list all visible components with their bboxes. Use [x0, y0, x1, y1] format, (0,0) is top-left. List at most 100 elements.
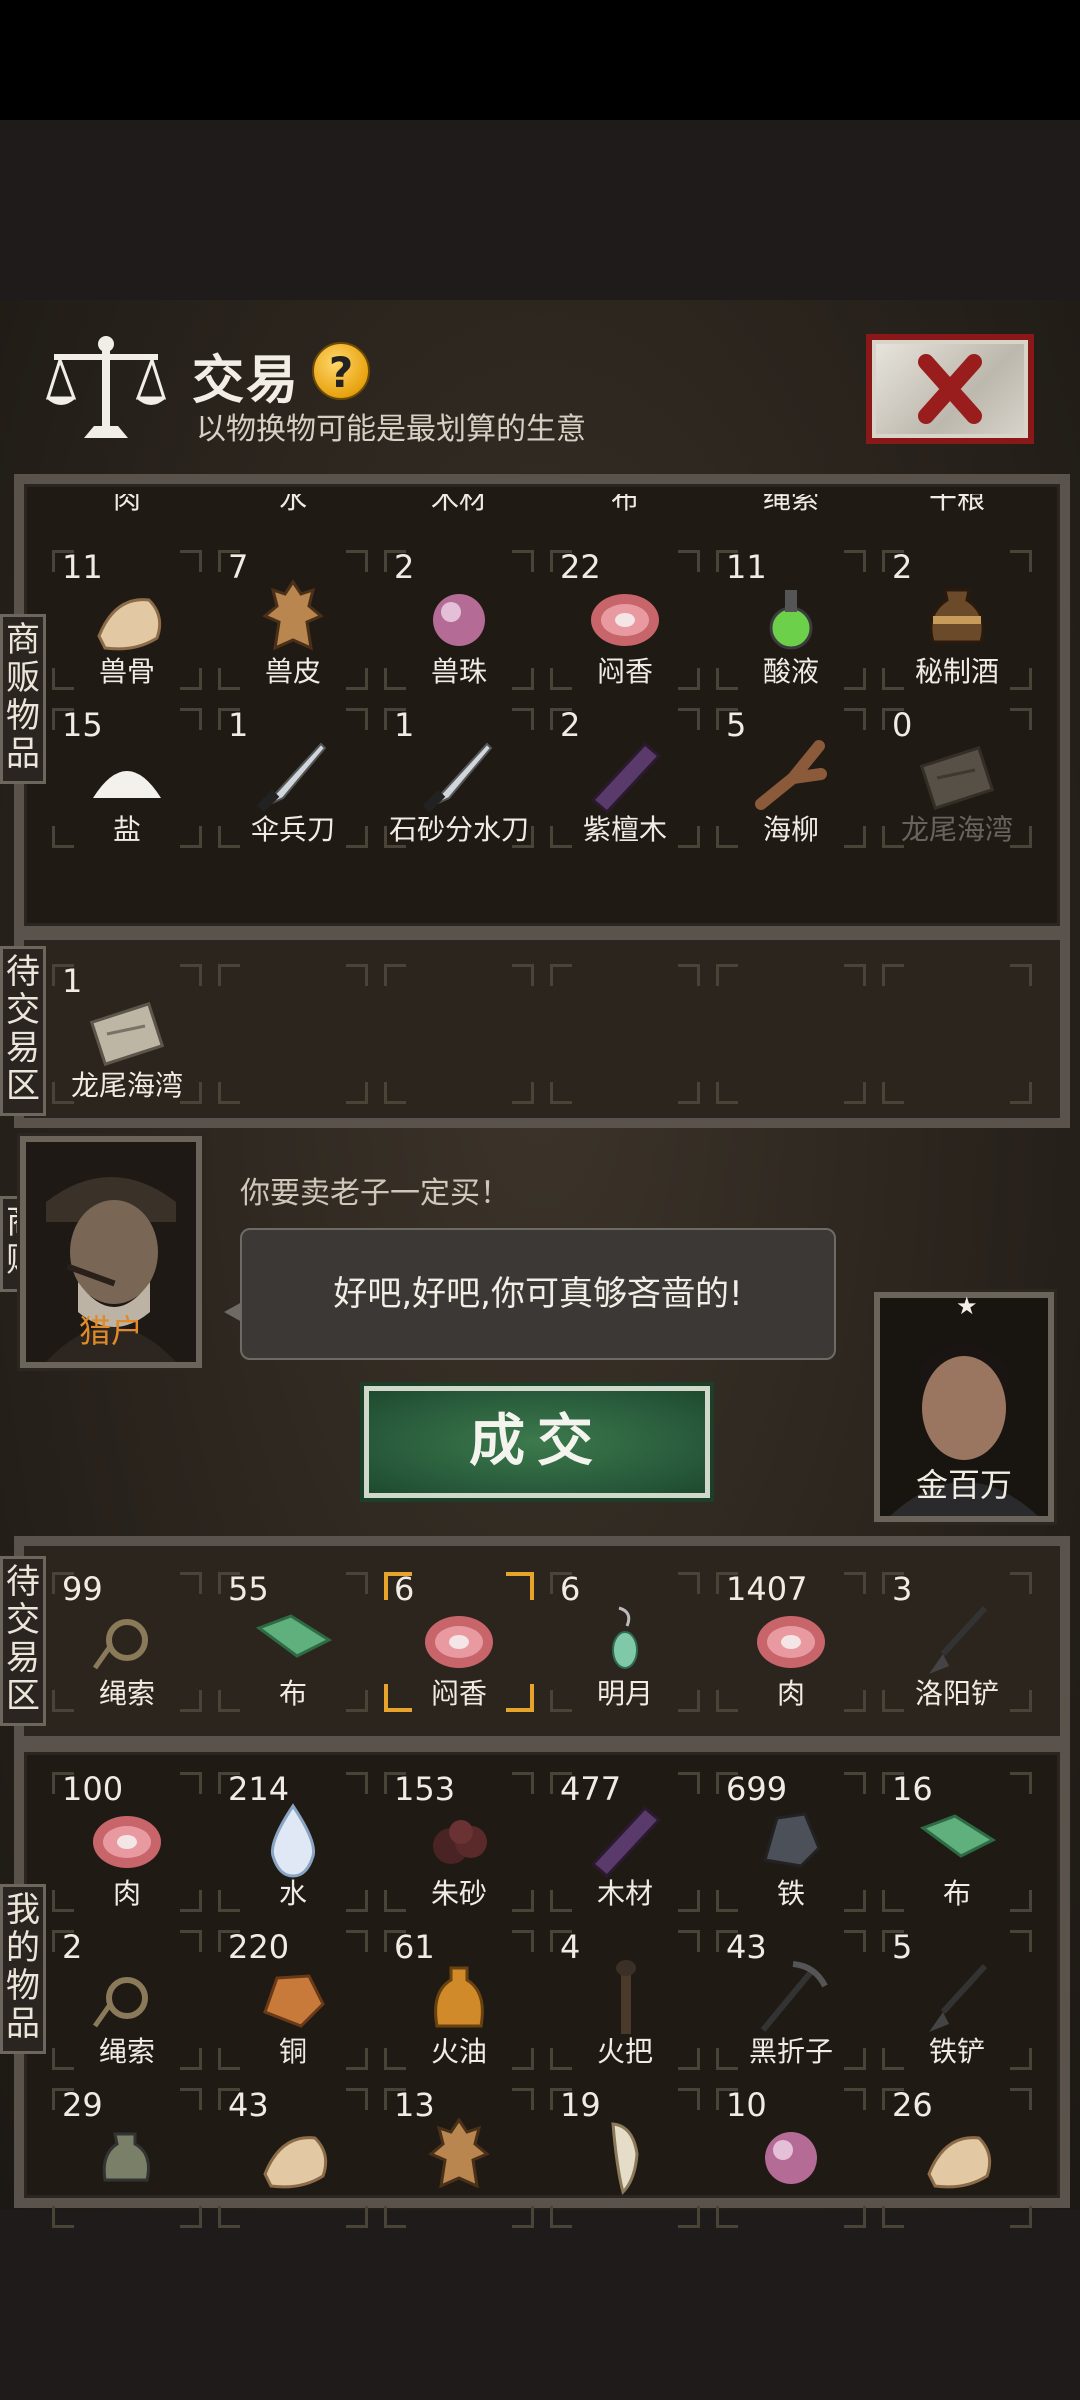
- item-slot[interactable]: 7 兽皮: [210, 542, 376, 698]
- close-button[interactable]: [866, 334, 1034, 444]
- slot-corner: [1010, 2206, 1032, 2228]
- item-slot[interactable]: 22 闷香: [542, 542, 708, 698]
- item-count: 2: [394, 548, 415, 586]
- item-name-partial: 干粮: [928, 494, 985, 515]
- empty-slot[interactable]: [210, 956, 376, 1112]
- slot-corner: [678, 708, 700, 730]
- item-slot[interactable]: 4 火把: [542, 1922, 708, 2078]
- item-slot[interactable]: 1 石砂分水刀: [376, 700, 542, 856]
- slot-corner: [506, 1572, 534, 1600]
- empty-slot[interactable]: [708, 956, 874, 1112]
- slot-corner: [346, 964, 368, 986]
- item-slot[interactable]: 11 酸液: [708, 542, 874, 698]
- slot-corner: [512, 964, 534, 986]
- item-slot[interactable]: 55 布: [210, 1564, 376, 1720]
- item-slot[interactable]: 1 伞兵刀: [210, 700, 376, 856]
- meat-icon: [93, 1816, 161, 1868]
- slot-corner: [218, 964, 240, 986]
- item-name: 海柳: [762, 813, 819, 846]
- item-name: 黑折子: [748, 2035, 833, 2068]
- item-name: 石砂分水刀: [388, 813, 529, 846]
- hide-icon: [428, 2117, 490, 2189]
- item-slot[interactable]: 19: [542, 2080, 708, 2236]
- item-slot[interactable]: 29: [44, 2080, 210, 2236]
- item-slot[interactable]: 15 盐: [44, 700, 210, 856]
- item-slot[interactable]: 153 朱砂: [376, 1764, 542, 1920]
- item-slot[interactable]: 2 秘制酒: [874, 542, 1040, 698]
- item-slot[interactable]: 2 紫檀木: [542, 700, 708, 856]
- my-goods-label: 我的物品: [0, 1884, 46, 2054]
- slot-corner: [716, 1082, 738, 1104]
- slot-corner: [180, 2088, 202, 2110]
- item-slot[interactable]: 61 火油: [376, 1922, 542, 2078]
- item-slot[interactable]: 699 铁: [708, 1764, 874, 1920]
- slot-corner: [844, 1930, 866, 1952]
- item-slot[interactable]: 214 水: [210, 1764, 376, 1920]
- slot-corner: [1010, 1930, 1032, 1952]
- page-subtitle: 以物换物可能是最划算的生意: [196, 412, 586, 447]
- empty-slot[interactable]: [542, 956, 708, 1112]
- merchant-goods-label: 商贩物品: [0, 614, 46, 784]
- item-slot[interactable]: 10: [708, 2080, 874, 2236]
- item-slot[interactable]: 1407 肉: [708, 1564, 874, 1720]
- slot-corner: [844, 2206, 866, 2228]
- merchant-portrait: 猎户: [20, 1136, 202, 1368]
- item-slot[interactable]: 11 兽骨: [44, 542, 210, 698]
- item-slot[interactable]: 6 明月: [542, 1564, 708, 1720]
- knife-icon: [422, 742, 493, 813]
- slot-corner: [844, 1572, 866, 1594]
- item-name: 洛阳铲: [914, 1677, 999, 1710]
- pearl-icon: [765, 2132, 817, 2184]
- slot-corner: [384, 2206, 406, 2228]
- slot-corner: [882, 1082, 904, 1104]
- item-slot[interactable]: 3 洛阳铲: [874, 1564, 1040, 1720]
- item-name: 伞兵刀: [250, 813, 335, 846]
- item-slot[interactable]: 1 龙尾海湾: [44, 956, 210, 1112]
- slot-corner: [678, 1082, 700, 1104]
- item-count: 2: [62, 1928, 83, 1966]
- item-slot[interactable]: 99 绳索: [44, 1564, 210, 1720]
- slot-corner: [180, 2206, 202, 2228]
- item-slot[interactable]: 2 兽珠: [376, 542, 542, 698]
- player-name: 金百万: [915, 1466, 1012, 1504]
- empty-slot[interactable]: [376, 956, 542, 1112]
- item-slot[interactable]: 26: [874, 2080, 1040, 2236]
- empty-slot[interactable]: [874, 956, 1040, 1112]
- item-slot[interactable]: 100 肉: [44, 1764, 210, 1920]
- item-slot[interactable]: 220 铜: [210, 1922, 376, 2078]
- item-slot[interactable]: 13: [376, 2080, 542, 2236]
- slot-corner: [844, 2088, 866, 2110]
- rope-icon: [92, 1619, 148, 1670]
- item-count: 2: [560, 706, 581, 744]
- item-count: 1: [394, 706, 415, 744]
- help-icon[interactable]: ?: [312, 342, 370, 400]
- item-name: 龙尾海湾: [900, 813, 1013, 846]
- map-icon: [919, 745, 995, 811]
- flask-icon: [102, 2132, 150, 2182]
- item-name: 秘制酒: [914, 655, 999, 688]
- item-slot[interactable]: 43 黑折子: [708, 1922, 874, 2078]
- item-slot[interactable]: 16 布: [874, 1764, 1040, 1920]
- salt-icon: [93, 771, 161, 798]
- item-slot[interactable]: 5 海柳: [708, 700, 874, 856]
- item-slot[interactable]: 5 铁铲: [874, 1922, 1040, 2078]
- iron-ore-icon: [763, 1812, 821, 1868]
- slot-corner: [512, 2206, 534, 2228]
- meat-icon: [757, 1616, 825, 1668]
- item-slot[interactable]: 43: [210, 2080, 376, 2236]
- item-count: 5: [892, 1928, 913, 1966]
- item-slot[interactable]: 477 木材: [542, 1764, 708, 1920]
- cinnabar-icon: [433, 1820, 487, 1864]
- item-slot[interactable]: 2 绳索: [44, 1922, 210, 2078]
- deal-button[interactable]: 成交: [364, 1386, 710, 1498]
- item-slot[interactable]: 6 闷香: [376, 1564, 542, 1720]
- item-slot[interactable]: 0 龙尾海湾: [874, 700, 1040, 856]
- slot-corner: [52, 2206, 74, 2228]
- wood-icon: [590, 741, 662, 815]
- merchant-speech-bubble: 好吧,好吧,你可真够吝啬的!: [224, 1228, 836, 1360]
- page-title: 交易: [192, 351, 301, 411]
- slot-corner: [1010, 1572, 1032, 1594]
- slot-corner: [1010, 964, 1032, 986]
- item-count: 6: [394, 1570, 415, 1608]
- potion-icon: [769, 590, 813, 650]
